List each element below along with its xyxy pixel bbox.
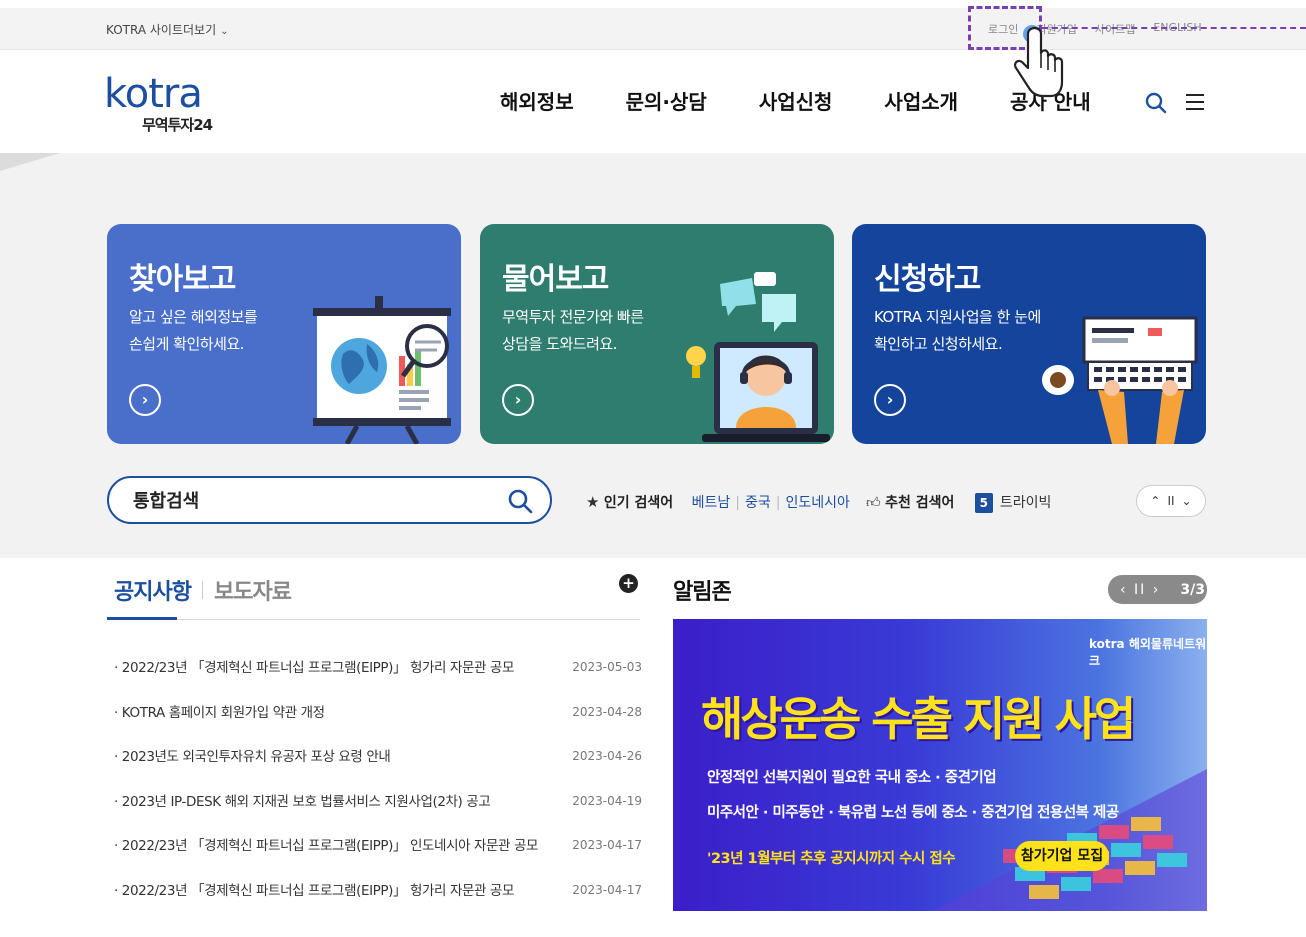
active-tab-underline <box>107 617 177 620</box>
notice-title: · 2023년도 외국인투자유치 유공자 포상 요령 안내 <box>114 749 391 766</box>
notice-title: · 2023년 IP-DESK 해외 지재권 보호 법률서비스 지원사업(2차)… <box>114 793 491 810</box>
notice-title: · 2022/23년 「경제혁신 파트너십 프로그램(EIPP)」 헝가리 자문… <box>114 882 514 899</box>
logo-subtitle: 무역투자24 <box>142 116 213 134</box>
banner-text: '23년 1월부터 추후 공지시까지 수시 접수 <box>707 851 956 867</box>
rank-badge: 5 <box>974 493 993 513</box>
utility-bar: KOTRA 사이트더보기 ⌄ 로그인 회원가입 사이트맵 ENGLISH <box>0 8 1306 50</box>
divider: | <box>735 495 740 511</box>
card-ask-expert[interactable]: 물어보고 무역투자 전문가와 빠른 상담을 도와드려요. › <box>480 224 834 444</box>
more-plus-icon[interactable]: + <box>619 574 638 593</box>
list-item[interactable]: · 2023년 IP-DESK 해외 지재권 보호 법률서비스 지원사업(2차)… <box>114 790 642 835</box>
promo-banner[interactable]: kotra 해외물류네트워크 해상운송 수출 지원 사업 안정적인 선복지원이 … <box>673 619 1207 911</box>
card-description: KOTRA 지원사업을 한 눈에 확인하고 신청하세요. <box>874 304 1041 358</box>
consultant-illustration <box>686 272 830 442</box>
popular-keywords: ★ 인기 검색어 베트남 | 중국 | 인도네시아 <box>586 492 850 512</box>
card-find-info[interactable]: 찾아보고 알고 싶은 해외정보를 손쉽게 확인하세요. › <box>107 224 461 444</box>
list-item[interactable]: · 2022/23년 「경제혁신 파트너십 프로그램(EIPP)」 헝가리 자문… <box>114 656 642 701</box>
kotra-logo[interactable]: kotra 무역투자24 <box>104 74 224 134</box>
keyword-link[interactable]: 인도네시아 <box>785 495 849 511</box>
notice-date: 2023-04-28 <box>572 704 642 719</box>
presentation-board-illustration <box>313 296 451 444</box>
search-icon[interactable] <box>1145 92 1167 114</box>
corner-decoration <box>0 153 60 171</box>
divider <box>202 581 203 599</box>
keyword-link[interactable]: 중국 <box>745 495 771 511</box>
card-apply-programs[interactable]: 신청하고 KOTRA 지원사업을 한 눈에 확인하고 신청하세요. › <box>852 224 1206 444</box>
hand-pointer-icon <box>1014 25 1064 98</box>
card-description: 알고 싶은 해외정보를 손쉽게 확인하세요. <box>129 304 258 358</box>
banner-pager: ‹ II › 3/3 <box>1108 575 1207 604</box>
search-icon[interactable] <box>507 488 533 514</box>
keyword-roll-controls: ⌃ II ⌄ <box>1136 485 1206 517</box>
list-item[interactable]: · KOTRA 홈페이지 회원가입 약관 개정 2023-04-28 <box>114 701 642 746</box>
star-icon: ★ <box>586 493 600 511</box>
notice-list: · 2022/23년 「경제혁신 파트너십 프로그램(EIPP)」 헝가리 자문… <box>114 656 642 924</box>
arrow-right-icon[interactable]: › <box>874 384 906 416</box>
sitemap-link[interactable]: 사이트맵 <box>1095 21 1135 37</box>
alimzone-title: 알림존 <box>673 580 732 605</box>
tab-press-releases[interactable]: 보도자료 <box>214 574 292 606</box>
pause-icon[interactable]: II <box>1167 494 1174 508</box>
banner-text: 미주서안 · 미주동안 · 북유럽 노선 등에 중소 · 중견기업 전용선복 제… <box>707 805 1119 821</box>
card-desc-line: KOTRA 지원사업을 한 눈에 <box>874 308 1041 326</box>
divider <box>107 619 640 620</box>
nav-overseas-info[interactable]: 해외정보 <box>500 86 574 115</box>
banner-text: 안정적인 선복지원이 필요한 국내 중소 · 중견기업 <box>707 770 997 786</box>
chevron-down-icon: ⌄ <box>220 26 229 37</box>
main-nav: 해외정보 문의·상담 사업신청 사업소개 공사 안내 <box>500 86 1091 115</box>
card-desc-line: 무역투자 전문가와 빠른 <box>502 308 644 326</box>
more-sites-label: KOTRA 사이트더보기 <box>106 23 217 37</box>
card-title: 찾아보고 <box>129 262 236 297</box>
banner-logo: kotra 해외물류네트워크 <box>1089 637 1207 668</box>
notice-title: · 2022/23년 「경제혁신 파트너십 프로그램(EIPP)」 헝가리 자문… <box>114 660 514 676</box>
notice-date: 2023-04-26 <box>572 749 642 764</box>
notice-date: 2023-04-17 <box>572 882 642 897</box>
menu-icon[interactable] <box>1186 94 1204 110</box>
logo-wordmark: kotra <box>104 71 203 117</box>
banner-title: 해상운송 수출 지원 사업 <box>701 692 1136 746</box>
recommended-keywords-label: 추천 검색어 <box>885 495 955 511</box>
english-link[interactable]: ENGLISH <box>1153 21 1201 37</box>
nav-apply[interactable]: 사업신청 <box>759 86 833 115</box>
notice-title: · KOTRA 홈페이지 회원가입 약관 개정 <box>114 704 325 721</box>
integrated-search <box>107 476 552 524</box>
notice-title: · 2022/23년 「경제혁신 파트너십 프로그램(EIPP)」 인도네시아 … <box>114 838 538 855</box>
divider: | <box>775 495 781 511</box>
nav-programs[interactable]: 사업소개 <box>884 86 958 115</box>
banner-cta-button[interactable]: 참가기업 모집 <box>1015 841 1109 871</box>
search-input[interactable] <box>133 487 493 513</box>
card-title: 신청하고 <box>874 262 981 297</box>
keyword-link[interactable]: 베트남 <box>692 495 731 511</box>
card-description: 무역투자 전문가와 빠른 상담을 도와드려요. <box>502 304 644 358</box>
notice-date: 2023-04-19 <box>572 793 642 808</box>
notice-date: 2023-04-17 <box>572 838 642 853</box>
keyword-link[interactable]: 트라이빅 <box>1000 495 1052 511</box>
card-desc-line: 확인하고 신청하세요. <box>874 335 1003 353</box>
popular-keywords-label: 인기 검색어 <box>603 495 674 511</box>
card-desc-line: 손쉽게 확인하세요. <box>129 335 244 353</box>
card-title: 물어보고 <box>502 262 609 297</box>
thumbs-up-icon: 👍︎ <box>866 495 881 511</box>
recommended-keywords: 👍︎ 추천 검색어 5 트라이빅 <box>866 492 1051 513</box>
pager-controls[interactable]: ‹ II › <box>1120 582 1160 598</box>
pager-count: 3/3 <box>1180 581 1205 598</box>
list-item[interactable]: · 2022/23년 「경제혁신 파트너십 프로그램(EIPP)」 인도네시아 … <box>114 834 642 879</box>
chevron-up-icon[interactable]: ⌃ <box>1150 494 1160 508</box>
chevron-down-icon[interactable]: ⌄ <box>1182 494 1192 508</box>
card-desc-line: 상담을 도와드려요. <box>502 335 617 353</box>
arrow-right-icon[interactable]: › <box>502 384 534 416</box>
more-sites-dropdown[interactable]: KOTRA 사이트더보기 ⌄ <box>106 21 229 38</box>
notice-date: 2023-05-03 <box>572 660 642 674</box>
list-item[interactable]: · 2022/23년 「경제혁신 파트너십 프로그램(EIPP)」 헝가리 자문… <box>114 879 642 924</box>
nav-inquiry[interactable]: 문의·상담 <box>626 86 707 115</box>
list-item[interactable]: · 2023년도 외국인투자유치 유공자 포상 요령 안내 2023-04-26 <box>114 745 642 790</box>
card-desc-line: 알고 싶은 해외정보를 <box>129 308 258 326</box>
tab-notices[interactable]: 공지사항 <box>114 574 192 606</box>
keyboard-illustration <box>1042 316 1198 444</box>
highlight-dashed-line <box>1042 27 1306 29</box>
arrow-right-icon[interactable]: › <box>129 384 161 416</box>
header: kotra 무역투자24 해외정보 문의·상담 사업신청 사업소개 공사 안내 <box>0 50 1306 153</box>
